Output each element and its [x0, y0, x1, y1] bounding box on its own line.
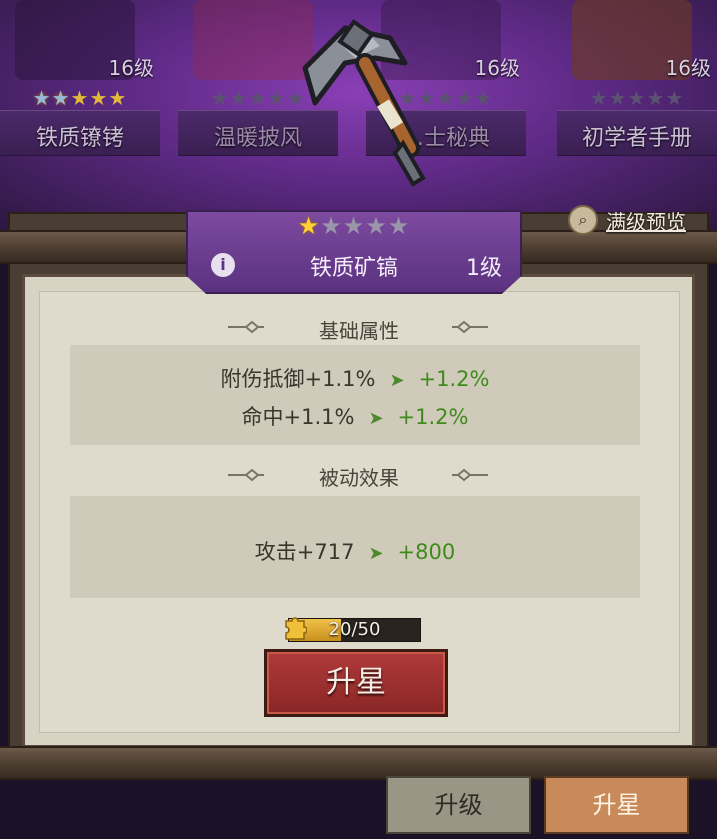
- item-level: 1级: [466, 256, 502, 281]
- magnifier-icon: ⌕: [568, 205, 598, 235]
- stat-current: 攻击+717: [254, 540, 355, 564]
- star-up-button[interactable]: 升星: [264, 649, 448, 717]
- card-level: 16级: [665, 56, 711, 80]
- stat-next: +800: [397, 540, 456, 564]
- progress-text: 20/50: [328, 619, 381, 640]
- ornament-right-icon: [452, 468, 488, 482]
- stat-next: +1.2%: [418, 367, 490, 391]
- tab-star-up[interactable]: 升星: [544, 776, 689, 834]
- max-level-preview-button[interactable]: ⌕ 满级预览: [568, 204, 686, 236]
- shard-progress-bar: 20/50: [288, 618, 421, 642]
- ornament-right-icon: [452, 320, 488, 334]
- card-name: 铁质镣铐: [35, 126, 124, 151]
- stat-current: 命中+1.1%: [241, 405, 355, 429]
- arrow-right-icon: ➤: [389, 370, 405, 391]
- pickaxe-icon: [302, 19, 426, 187]
- arrow-right-icon: ➤: [368, 408, 384, 429]
- stat-row: 攻击+717 ➤ +800: [70, 536, 640, 566]
- card-name: 初学者手册: [581, 126, 692, 151]
- tab-upgrade[interactable]: 升级: [386, 776, 531, 834]
- card-level: 16级: [108, 56, 154, 80]
- card-level: 16级: [474, 56, 520, 80]
- stat-next: +1.2%: [397, 405, 469, 429]
- puzzle-piece-icon: [285, 617, 307, 640]
- card-stars: ★★★★★: [32, 86, 128, 110]
- item-stars: ★★★★★: [297, 212, 411, 240]
- preview-label: 满级预览: [606, 209, 686, 234]
- scroll-rod-bottom: [0, 746, 717, 780]
- stat-current: 附伤抵御+1.1%: [220, 367, 376, 391]
- equipment-card-shackles[interactable]: 16级 ★★★★★ 铁质镣铐: [0, 0, 160, 170]
- arrow-right-icon: ➤: [368, 543, 384, 564]
- stat-row: 命中+1.1% ➤ +1.2%: [70, 401, 640, 431]
- stat-row: 附伤抵御+1.1% ➤ +1.2%: [70, 363, 640, 393]
- card-stars: ★★★★★: [589, 86, 685, 110]
- equipment-carousel: 16级 ★★★★★ 铁质镣铐 ★★★★★ 温暖披风 16级 ★★★★★ …士秘典…: [0, 0, 717, 230]
- equipment-card-handbook[interactable]: 16级 ★★★★★ 初学者手册: [557, 0, 717, 170]
